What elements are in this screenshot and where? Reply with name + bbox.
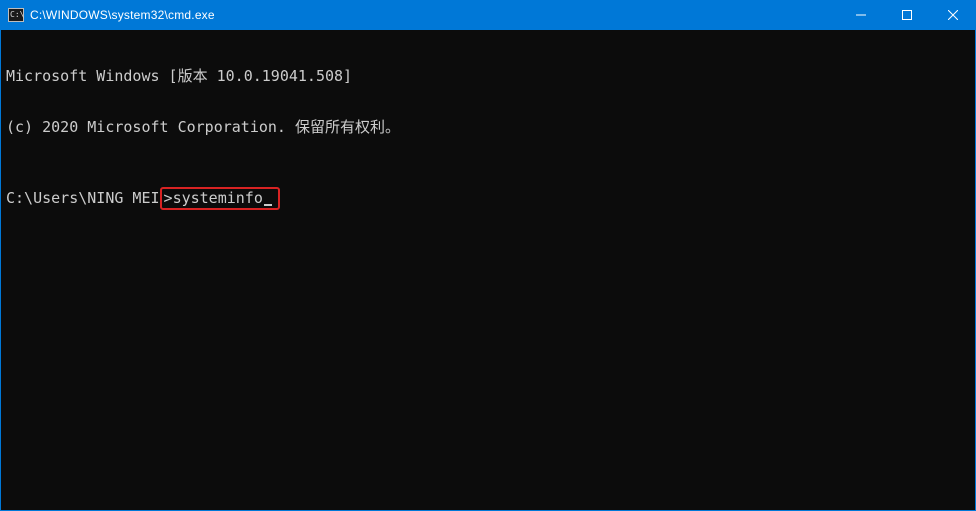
close-icon xyxy=(948,10,958,20)
close-button[interactable] xyxy=(930,0,976,30)
svg-text:C:\: C:\ xyxy=(10,10,24,19)
window-titlebar[interactable]: C:\ C:\WINDOWS\system32\cmd.exe xyxy=(0,0,976,30)
maximize-icon xyxy=(902,10,912,20)
copyright-line: (c) 2020 Microsoft Corporation. 保留所有权利。 xyxy=(6,119,970,136)
text-cursor xyxy=(264,204,272,206)
prompt-line: C:\Users\NING MEI>systeminfo xyxy=(6,187,970,210)
prompt-char: > xyxy=(164,190,173,207)
window-title: C:\WINDOWS\system32\cmd.exe xyxy=(30,8,215,22)
typed-command[interactable]: systeminfo xyxy=(173,190,263,207)
version-line: Microsoft Windows [版本 10.0.19041.508] xyxy=(6,68,970,85)
command-highlight-box: >systeminfo xyxy=(160,187,280,210)
minimize-icon xyxy=(856,10,866,20)
maximize-button[interactable] xyxy=(884,0,930,30)
cmd-icon: C:\ xyxy=(8,7,24,23)
terminal-output-area[interactable]: Microsoft Windows [版本 10.0.19041.508] (c… xyxy=(0,30,976,511)
prompt-path: C:\Users\NING MEI xyxy=(6,190,160,207)
minimize-button[interactable] xyxy=(838,0,884,30)
